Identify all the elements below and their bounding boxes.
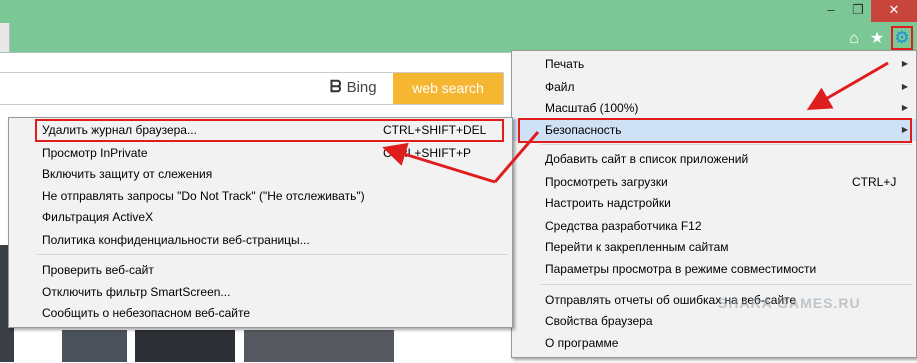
watermark: SHARA GAMES.RU [718,295,861,311]
arrow-to-delete-history [382,142,496,184]
arrow-to-security [806,61,889,111]
arrow-segment-1 [493,131,540,183]
